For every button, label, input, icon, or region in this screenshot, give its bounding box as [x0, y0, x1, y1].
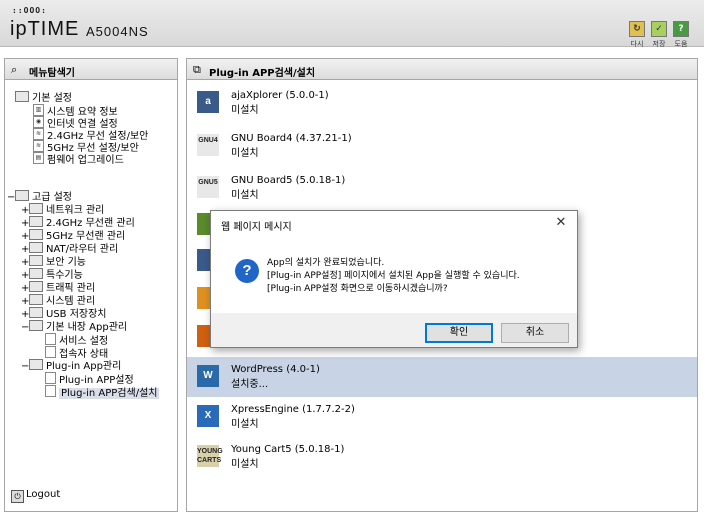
- plugin-name: GNU Board4 (4.37.21-1): [231, 133, 352, 144]
- refresh-label: 다시: [630, 40, 644, 48]
- save-icon: ✓: [651, 21, 667, 37]
- tree-item-builtin-app[interactable]: − 기본 내장 App관리: [21, 320, 127, 334]
- plugin-name: Young Cart5 (5.0.18-1): [231, 444, 345, 455]
- plugin-status: 설치중...: [231, 379, 269, 390]
- folder-icon: [29, 359, 43, 370]
- page-icon: [45, 346, 56, 358]
- header-bar: ::OOO: ipTIME A5004NS ↻ 다시 ✓ 저장 ? 도움: [0, 0, 704, 49]
- search-icon: ⌕: [11, 63, 18, 76]
- question-icon: ?: [235, 259, 259, 283]
- folder-icon: [29, 242, 43, 253]
- dialog-message-line: [Plug-in APP설정] 페이지에서 설치된 App을 실행할 수 있습니…: [267, 271, 520, 281]
- collapse-toggle-icon[interactable]: −: [7, 192, 15, 204]
- folder-icon: [29, 307, 43, 318]
- plugin-name: XpressEngine (1.7.7.2-2): [231, 404, 355, 415]
- tree-item-usb-storage[interactable]: + USB 저장장치: [21, 307, 107, 321]
- plugin-row[interactable]: GNU4 GNU Board4 (4.37.21-1) 미설치: [187, 126, 697, 166]
- folder-icon: [29, 268, 43, 279]
- menu-explorer-panel: ⌕ 메뉴탐색기 기본 설정 ▥ 시스템 요약 정보 ◉ 인터넷 연결 설정 ≋ 2.4…: [4, 58, 178, 512]
- page-icon: [45, 372, 56, 384]
- plugin-row[interactable]: a ajaXplorer (5.0.0-1) 미설치: [187, 83, 697, 123]
- tree-item-plugin-search-install[interactable]: Plug-in APP검색/설치: [45, 385, 160, 400]
- folder-icon: [29, 294, 43, 305]
- plugin-status: 미설치: [231, 190, 259, 201]
- plugin-status: 미설치: [231, 105, 259, 116]
- plugin-name: WordPress (4.0-1): [231, 364, 320, 375]
- chart-icon: ▥: [33, 104, 44, 116]
- tree-item-security[interactable]: + 보안 기능: [21, 255, 86, 269]
- wifi-icon: ≋: [33, 140, 44, 152]
- plugin-logo-icon: X: [197, 405, 219, 427]
- save-label: 저장: [652, 40, 666, 48]
- tree-item-wireless24[interactable]: +2.4GHz 무선랜 관리: [21, 216, 135, 230]
- dialog-message-line: App의 설치가 완료되었습니다.: [267, 258, 385, 268]
- plugin-list-header: ⧉ Plug-in APP검색/설치: [187, 59, 697, 80]
- page-icon: [45, 385, 56, 397]
- refresh-icon: ↻: [629, 21, 645, 37]
- logo-dots: ::OOO:: [12, 6, 47, 15]
- folder-icon: [29, 281, 43, 292]
- dialog-body: ? App의 설치가 완료되었습니다. [Plug-in APP설정] 페이지에…: [211, 235, 577, 303]
- folder-icon: [29, 320, 43, 331]
- plugin-list-title: Plug-in APP검색/설치: [209, 68, 316, 79]
- logout-link[interactable]: ⏻ Logout: [11, 489, 60, 503]
- plugin-logo-icon: GNU5: [197, 176, 219, 198]
- plugin-status: 미설치: [231, 459, 259, 470]
- plugin-row[interactable]: GNU5 GNU Board5 (5.0.18-1) 미설치: [187, 168, 697, 208]
- logout-icon: ⏻: [11, 490, 24, 503]
- logo-brand: ipTIME: [10, 18, 80, 40]
- cancel-button[interactable]: 취소: [501, 323, 569, 343]
- tree-item-traffic[interactable]: + 트래픽 관리: [21, 281, 95, 295]
- plugin-logo-icon: YOUNG CARTS: [197, 445, 223, 467]
- tree-basic-settings[interactable]: 기본 설정: [15, 91, 72, 105]
- folder-icon: [29, 255, 43, 266]
- tree-item-plugin-app[interactable]: − Plug-in App관리: [21, 359, 121, 373]
- tree-advanced-settings[interactable]: − 고급 설정: [7, 190, 72, 204]
- plugin-logo-icon: GNU4: [197, 134, 219, 156]
- confirm-dialog: 웹 페이지 메시지 ✕ ? App의 설치가 완료되었습니다. [Plug-in…: [210, 210, 578, 348]
- tree-item-system[interactable]: + 시스템 관리: [21, 294, 95, 308]
- dialog-message-line: [Plug-in APP설정 화면으로 이동하시겠습니까?: [267, 284, 448, 294]
- tree-item-network[interactable]: + 네트워크 관리: [21, 203, 104, 217]
- help-button[interactable]: ? 도움: [670, 21, 692, 49]
- tree-item-wireless5[interactable]: +5GHz 무선랜 관리: [21, 229, 125, 243]
- tree-item-nat-router[interactable]: + NAT/라우터 관리: [21, 242, 118, 256]
- folder-icon: [15, 190, 29, 201]
- plugin-status: 미설치: [231, 148, 259, 159]
- refresh-button[interactable]: ↻ 다시: [626, 21, 648, 49]
- windows-icon: ⧉: [193, 63, 201, 76]
- plugin-name: ajaXplorer (5.0.0-1): [231, 90, 329, 101]
- globe-icon: ◉: [33, 116, 44, 128]
- menu-explorer-header: ⌕ 메뉴탐색기: [5, 59, 177, 80]
- help-label: 도움: [674, 40, 688, 48]
- help-icon: ?: [673, 21, 689, 37]
- collapse-toggle-icon[interactable]: −: [21, 361, 29, 373]
- ok-button[interactable]: 확인: [425, 323, 493, 343]
- menu-explorer-title: 메뉴탐색기: [29, 68, 75, 79]
- plugin-logo-icon: W: [197, 365, 219, 387]
- save-button[interactable]: ✓ 저장: [648, 21, 670, 49]
- close-icon[interactable]: ✕: [551, 214, 571, 232]
- collapse-toggle-icon[interactable]: −: [21, 322, 29, 334]
- folder-icon: [29, 203, 43, 214]
- firmware-icon: ▤: [33, 152, 44, 164]
- page-icon: [45, 333, 56, 345]
- folder-icon: [29, 229, 43, 240]
- plugin-name: GNU Board5 (5.0.18-1): [231, 175, 346, 186]
- tree-item-firmware-upgrade[interactable]: ▤ 펌웨어 업그레이드: [33, 152, 124, 167]
- dialog-title: 웹 페이지 메시지: [221, 222, 292, 233]
- logo-model: A5004NS: [86, 24, 149, 39]
- folder-icon: [29, 216, 43, 227]
- plugin-row[interactable]: X XpressEngine (1.7.7.2-2) 미설치: [187, 397, 697, 437]
- plugin-logo-icon: a: [197, 91, 219, 113]
- wifi-icon: ≋: [33, 128, 44, 140]
- folder-icon: [15, 91, 29, 102]
- plugin-row[interactable]: YOUNG CARTS Young Cart5 (5.0.18-1) 미설치: [187, 437, 697, 477]
- tree-item-special[interactable]: + 특수기능: [21, 268, 83, 282]
- plugin-status: 미설치: [231, 419, 259, 430]
- dialog-titlebar[interactable]: 웹 페이지 메시지 ✕: [211, 211, 577, 235]
- plugin-row[interactable]: W WordPress (4.0-1) 설치중...: [187, 357, 697, 397]
